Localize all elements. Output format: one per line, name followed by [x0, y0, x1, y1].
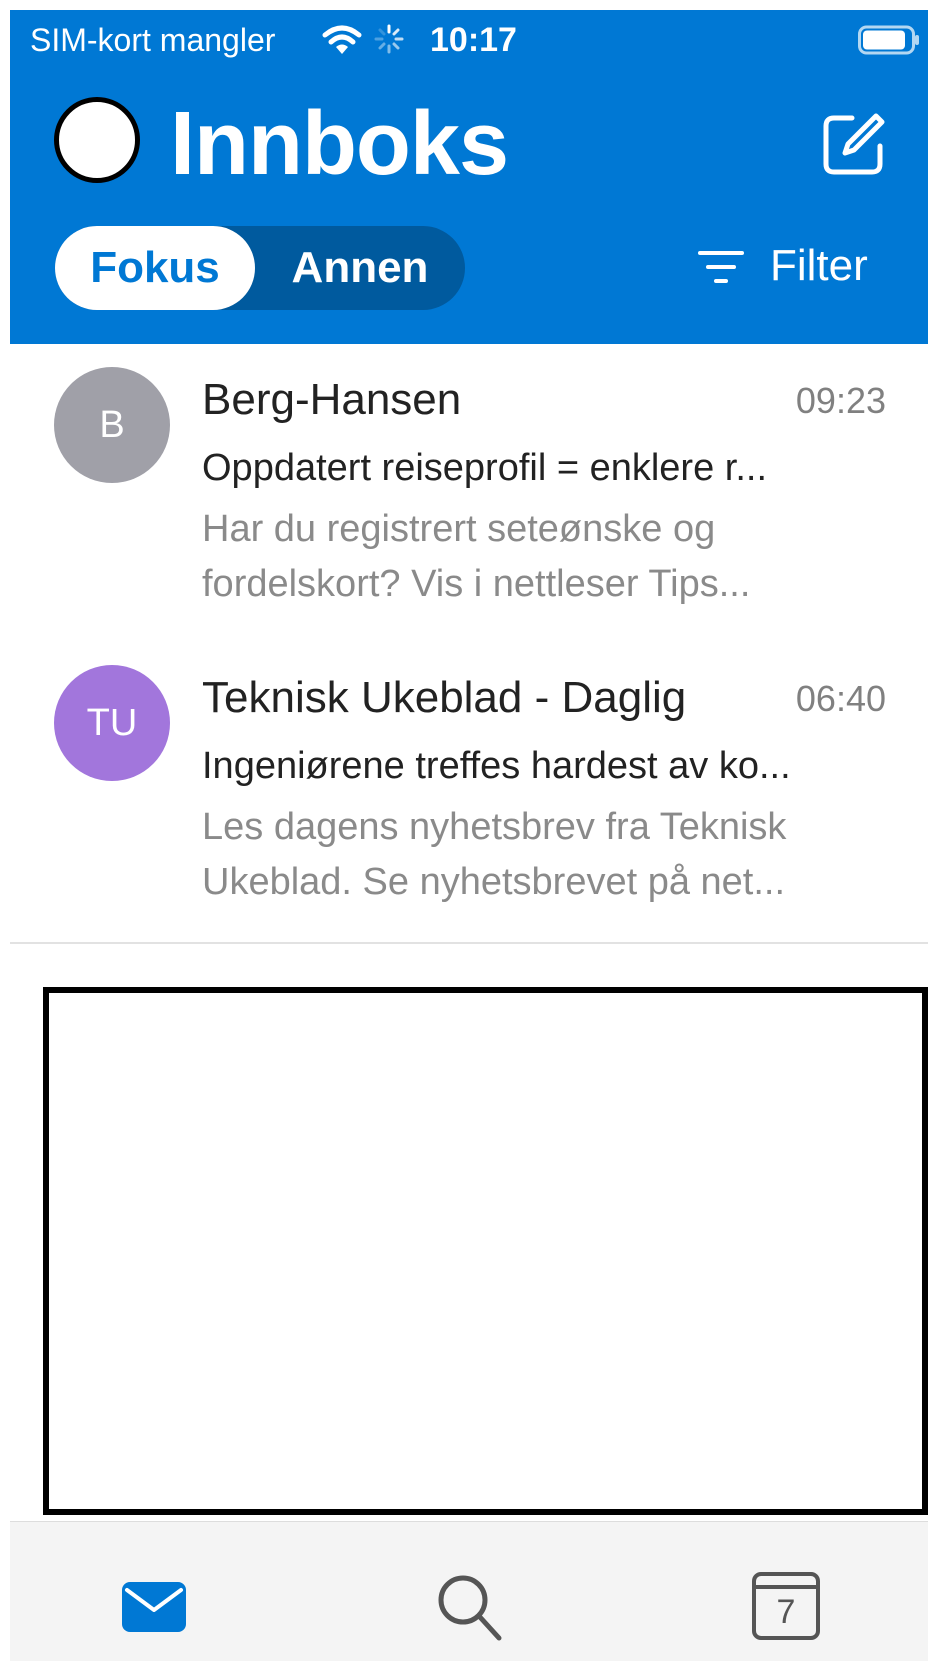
message-subject: Ingeniørene treffes hardest av ko... — [202, 745, 791, 787]
tab-focused[interactable]: Fokus — [55, 226, 255, 310]
list-divider — [10, 942, 928, 944]
mail-icon[interactable] — [118, 1570, 190, 1642]
carrier-label: SIM-kort mangler — [30, 22, 276, 58]
message-subject: Oppdatert reiseprofil = enklere r... — [202, 447, 768, 489]
inbox-segmented-control: Fokus Annen — [55, 226, 465, 310]
battery-icon — [858, 25, 919, 55]
calendar-icon[interactable]: 7 — [750, 1570, 822, 1642]
message-time: 06:40 — [795, 678, 886, 719]
message-preview: Les dagens nyhetsbrev fra Teknisk Ukebla… — [202, 800, 887, 910]
message-time: 09:23 — [795, 380, 886, 421]
phone-screen: SIM-kort mangler 10:17 Innboks Fokus Ann… — [10, 10, 928, 1661]
account-avatar[interactable] — [54, 97, 140, 183]
tab-other[interactable]: Annen — [255, 226, 465, 310]
message-preview-line: fordelskort? Vis i nettleser Tips... — [202, 563, 751, 605]
sender-avatar: B — [54, 367, 170, 483]
inbox-header: SIM-kort mangler 10:17 Innboks Fokus Ann… — [10, 10, 928, 344]
sender-avatar: TU — [54, 665, 170, 781]
wifi-icon — [322, 25, 362, 54]
page-title: Innboks — [170, 94, 509, 194]
message-preview-line: Har du registrert seteønske og — [202, 508, 716, 550]
spinner-icon — [374, 24, 404, 54]
calendar-day: 7 — [776, 1593, 796, 1631]
clock: 10:17 — [430, 21, 517, 59]
bottom-tab-bar: 7 — [10, 1521, 928, 1661]
list-item[interactable]: B Berg-Hansen 09:23 Oppdatert reiseprofi… — [10, 344, 928, 624]
filter-icon[interactable] — [696, 247, 746, 287]
redacted-region — [43, 987, 928, 1515]
status-bar: SIM-kort mangler 10:17 — [10, 10, 928, 70]
compose-icon[interactable] — [818, 110, 888, 180]
search-icon[interactable] — [433, 1570, 505, 1642]
filter-button[interactable]: Filter — [770, 240, 868, 292]
list-item[interactable]: TU Teknisk Ukeblad - Daglig 06:40 Ingeni… — [10, 642, 928, 922]
message-sender: Teknisk Ukeblad - Daglig — [202, 673, 687, 722]
message-preview: Har du registrert seteønske og fordelsko… — [202, 502, 887, 612]
message-sender: Berg-Hansen — [202, 375, 462, 424]
message-preview-line: Les dagens nyhetsbrev fra Teknisk — [202, 806, 787, 848]
message-preview-line: Ukeblad. Se nyhetsbrevet på net... — [202, 861, 786, 903]
